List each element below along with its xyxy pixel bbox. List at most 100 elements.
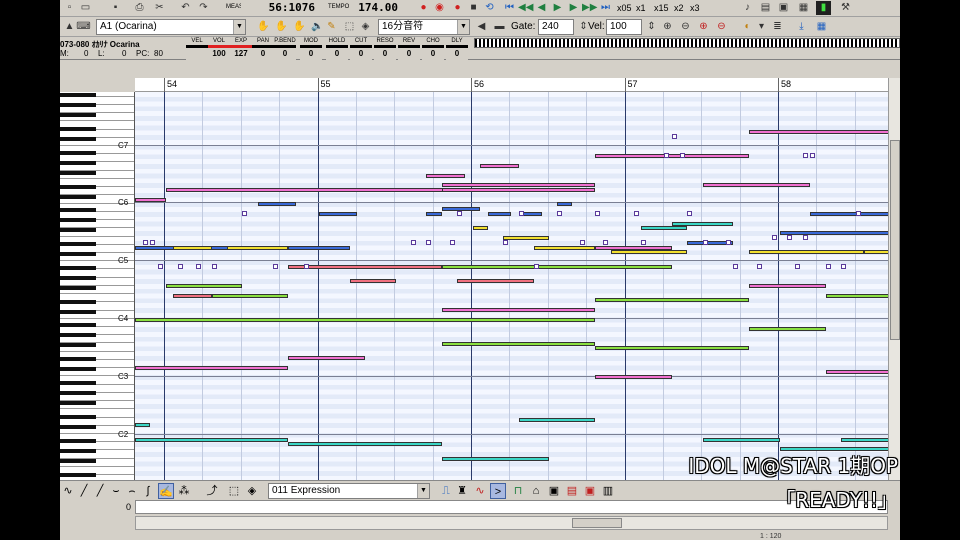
black-key[interactable]: [60, 401, 96, 405]
hand-icon[interactable]: ✋: [256, 20, 271, 34]
short-note[interactable]: [802, 153, 808, 159]
track-up-icon[interactable]: ▲: [62, 20, 77, 34]
speed-x2[interactable]: x2: [674, 2, 684, 14]
note[interactable]: [288, 245, 350, 250]
black-key[interactable]: [60, 381, 96, 385]
note[interactable]: [288, 264, 442, 269]
note[interactable]: [480, 164, 519, 168]
undo-icon[interactable]: ↶: [178, 1, 193, 15]
note[interactable]: [257, 202, 296, 207]
short-note[interactable]: [177, 263, 183, 269]
record-pause-icon[interactable]: ◉: [432, 1, 447, 15]
pencil-icon[interactable]: ✎: [324, 20, 339, 34]
note[interactable]: [779, 231, 888, 236]
short-note[interactable]: [556, 211, 562, 216]
note[interactable]: [441, 341, 596, 346]
note[interactable]: [426, 173, 465, 178]
speed-x3[interactable]: x3: [690, 2, 700, 14]
short-note[interactable]: [856, 211, 862, 216]
list-icon[interactable]: ▦: [796, 1, 811, 15]
stamp-icon[interactable]: ♜: [454, 483, 470, 499]
note[interactable]: [595, 154, 749, 159]
curve-s-icon[interactable]: ∫: [140, 483, 156, 499]
black-key[interactable]: [60, 160, 96, 165]
rec-mode-icon[interactable]: ●: [450, 1, 465, 15]
control-hold[interactable]: HOLD 0: [326, 38, 348, 60]
control-vel[interactable]: VEL: [186, 38, 208, 60]
note[interactable]: [472, 226, 488, 231]
black-key[interactable]: [60, 285, 96, 290]
control-dly[interactable]: DLY 0: [446, 38, 468, 60]
note[interactable]: [487, 212, 511, 216]
piano-roll-grid[interactable]: [135, 92, 888, 480]
chevron-down-icon[interactable]: ▾: [754, 20, 769, 34]
black-key[interactable]: [60, 323, 96, 328]
black-key[interactable]: [60, 228, 96, 233]
short-note[interactable]: [157, 263, 163, 269]
short-note[interactable]: [603, 239, 608, 245]
tools-icon[interactable]: ⚒: [838, 1, 853, 15]
short-note[interactable]: [687, 211, 693, 216]
goto-start-icon[interactable]: ⏮: [502, 1, 517, 15]
black-key[interactable]: [60, 425, 96, 429]
speaker-icon[interactable]: 🔈: [310, 20, 325, 34]
black-key[interactable]: [60, 170, 96, 175]
vertical-scrollbar[interactable]: [888, 78, 900, 480]
short-note[interactable]: [840, 263, 846, 269]
control-exp[interactable]: EXP 127: [230, 38, 252, 60]
speed-x1[interactable]: x1: [636, 2, 646, 14]
short-note[interactable]: [756, 263, 762, 269]
zoom-in-vertical-icon[interactable]: ⊕: [660, 20, 675, 34]
black-key[interactable]: [60, 391, 96, 395]
filter-icon[interactable]: ≣: [770, 20, 785, 34]
rect-select-icon[interactable]: ⬚: [342, 20, 357, 34]
onion-icon[interactable]: ◐: [740, 20, 755, 34]
note[interactable]: [288, 356, 366, 360]
goto-end-icon[interactable]: ⏭: [598, 1, 613, 15]
black-key[interactable]: [60, 252, 96, 257]
zoom-in-icon[interactable]: ⊕: [696, 20, 711, 34]
print-icon[interactable]: ⎙: [132, 1, 147, 15]
loop-icon[interactable]: ⟲: [482, 1, 497, 15]
open-folder-icon[interactable]: ▭: [78, 1, 93, 15]
piano-icon[interactable]: ⌨: [76, 20, 91, 34]
level-icon[interactable]: ▥: [600, 483, 616, 499]
lock-icon[interactable]: ⌂: [528, 483, 544, 499]
brush-icon[interactable]: ⤴: [204, 483, 220, 499]
short-note[interactable]: [702, 239, 708, 245]
black-key[interactable]: [60, 275, 96, 280]
black-key[interactable]: [60, 367, 96, 372]
short-note[interactable]: [142, 239, 148, 245]
box-icon[interactable]: ▣: [582, 483, 598, 499]
zoom-out-vertical-icon[interactable]: ⊖: [678, 20, 693, 34]
note[interactable]: [863, 250, 888, 255]
note[interactable]: [426, 212, 442, 216]
rewind-icon[interactable]: ◀◀: [518, 1, 533, 15]
black-key[interactable]: [60, 448, 96, 453]
curve-down-icon[interactable]: ⌢: [124, 483, 140, 499]
black-key[interactable]: [60, 113, 96, 117]
velocity-input[interactable]: 100: [606, 19, 642, 35]
step-forward-icon[interactable]: ▶: [566, 1, 581, 15]
note[interactable]: [441, 188, 596, 192]
note[interactable]: [748, 250, 864, 255]
select-hand-icon[interactable]: ✋: [292, 20, 307, 34]
black-key[interactable]: [60, 150, 96, 155]
eraser-icon[interactable]: ◈: [358, 20, 373, 34]
eraser-icon[interactable]: ◈: [244, 483, 260, 499]
black-key[interactable]: [60, 218, 96, 223]
short-note[interactable]: [303, 263, 309, 269]
mixer-icon[interactable]: ▤: [758, 1, 773, 15]
short-note[interactable]: [802, 235, 808, 240]
black-key[interactable]: [60, 309, 96, 314]
short-note[interactable]: [211, 263, 217, 269]
freehand-icon[interactable]: ✍: [158, 483, 174, 499]
note[interactable]: [319, 212, 358, 216]
vertical-scroll-thumb[interactable]: [890, 140, 900, 340]
pedal-icon[interactable]: ⊓: [510, 483, 526, 499]
fast-forward-icon[interactable]: ▶▶: [582, 1, 597, 15]
black-key[interactable]: [60, 93, 96, 97]
note[interactable]: [641, 226, 688, 231]
note[interactable]: [173, 245, 212, 250]
folder-icon[interactable]: ▤: [564, 483, 580, 499]
